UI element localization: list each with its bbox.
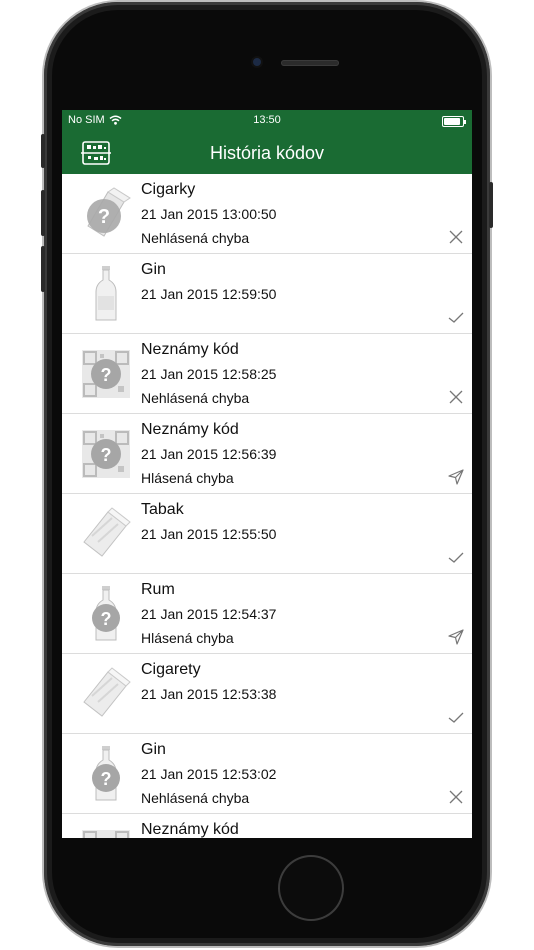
history-item-date: 21 Jan 2015 13:00:50 (141, 206, 277, 222)
history-row[interactable]: ? Gin 21 Jan 2015 12:53:02 Nehlásená chy… (62, 734, 472, 814)
send-icon[interactable] (448, 469, 464, 485)
history-item-status: Nehlásená chyba (141, 390, 250, 406)
checkmark-icon[interactable] (448, 709, 464, 725)
tobacco-pack-icon (83, 507, 131, 557)
page-title: História kódov (209, 143, 325, 163)
navigation-bar: História kódov (62, 132, 472, 174)
history-item-title: Gin (141, 741, 166, 758)
history-item-date: 21 Jan 2015 12:53:38 (141, 686, 277, 702)
clock: 13:50 (253, 114, 281, 126)
app-screen: No SIM 13:50 História kódov ? Cigarky 21… (62, 110, 472, 838)
svg-text:?: ? (101, 445, 112, 465)
checkmark-icon[interactable] (448, 309, 464, 325)
history-row[interactable]: ? Rum 21 Jan 2015 12:54:37 Hlásená chyba (62, 574, 472, 654)
qr-question-icon: ? (82, 350, 130, 398)
history-item-title: Neznámy kód (141, 421, 239, 438)
history-item-date: 21 Jan 2015 12:59:50 (141, 286, 277, 302)
mute-switch[interactable] (41, 134, 45, 168)
close-icon[interactable] (448, 389, 464, 405)
history-list: ? Cigarky 21 Jan 2015 13:00:50 Nehlásená… (62, 174, 472, 838)
power-button[interactable] (489, 182, 493, 228)
history-row[interactable]: Cigarety 21 Jan 2015 12:53:38 (62, 654, 472, 734)
history-item-status: Hlásená chyba (141, 630, 234, 646)
front-camera (253, 58, 261, 66)
close-icon[interactable] (448, 789, 464, 805)
history-item-status: Nehlásená chyba (141, 790, 250, 806)
history-row[interactable]: Neznámy kód (62, 814, 472, 838)
history-item-title: Neznámy kód (141, 821, 239, 838)
history-row[interactable]: Tabak 21 Jan 2015 12:55:50 (62, 494, 472, 574)
cigarette-pack-icon (83, 667, 131, 717)
history-item-title: Gin (141, 261, 166, 278)
checkmark-icon[interactable] (448, 549, 464, 565)
volume-up-button[interactable] (41, 190, 45, 236)
bottle-question-icon: ? (92, 746, 120, 801)
bottle-question-icon: ? (92, 586, 120, 641)
history-item-title: Cigarky (141, 181, 196, 198)
history-row[interactable]: ? Neznámy kód 21 Jan 2015 12:58:25 Nehlá… (62, 334, 472, 414)
send-icon[interactable] (448, 629, 464, 645)
history-row[interactable]: Gin 21 Jan 2015 12:59:50 (62, 254, 472, 334)
svg-text:?: ? (101, 365, 112, 385)
qr-question-icon (82, 830, 130, 838)
history-row[interactable]: ? Cigarky 21 Jan 2015 13:00:50 Nehlásená… (62, 174, 472, 254)
qr-question-icon: ? (82, 430, 130, 478)
close-icon[interactable] (448, 229, 464, 245)
earpiece-speaker (281, 60, 339, 66)
svg-text:?: ? (101, 769, 112, 789)
cigar-pack-question-icon: ? (87, 187, 131, 237)
history-row[interactable]: ? Neznámy kód 21 Jan 2015 12:56:39 Hláse… (62, 414, 472, 494)
svg-text:?: ? (98, 206, 110, 228)
volume-down-button[interactable] (41, 246, 45, 292)
history-item-title: Tabak (141, 501, 184, 518)
history-item-title: Cigarety (141, 661, 201, 678)
history-item-title: Rum (141, 581, 175, 598)
home-button[interactable] (280, 857, 342, 919)
history-item-status: Hlásená chyba (141, 470, 234, 486)
history-item-date: 21 Jan 2015 12:54:37 (141, 606, 277, 622)
history-item-status: Nehlásená chyba (141, 230, 250, 246)
battery-icon (442, 116, 466, 127)
history-item-date: 21 Jan 2015 12:56:39 (141, 446, 277, 462)
history-item-date: 21 Jan 2015 12:55:50 (141, 526, 277, 542)
svg-text:?: ? (101, 609, 112, 629)
status-bar: No SIM 13:50 (62, 110, 472, 132)
history-item-date: 21 Jan 2015 12:53:02 (141, 766, 277, 782)
history-item-title: Neznámy kód (141, 341, 239, 358)
history-item-date: 21 Jan 2015 12:58:25 (141, 366, 277, 382)
bottle-icon (95, 266, 117, 321)
